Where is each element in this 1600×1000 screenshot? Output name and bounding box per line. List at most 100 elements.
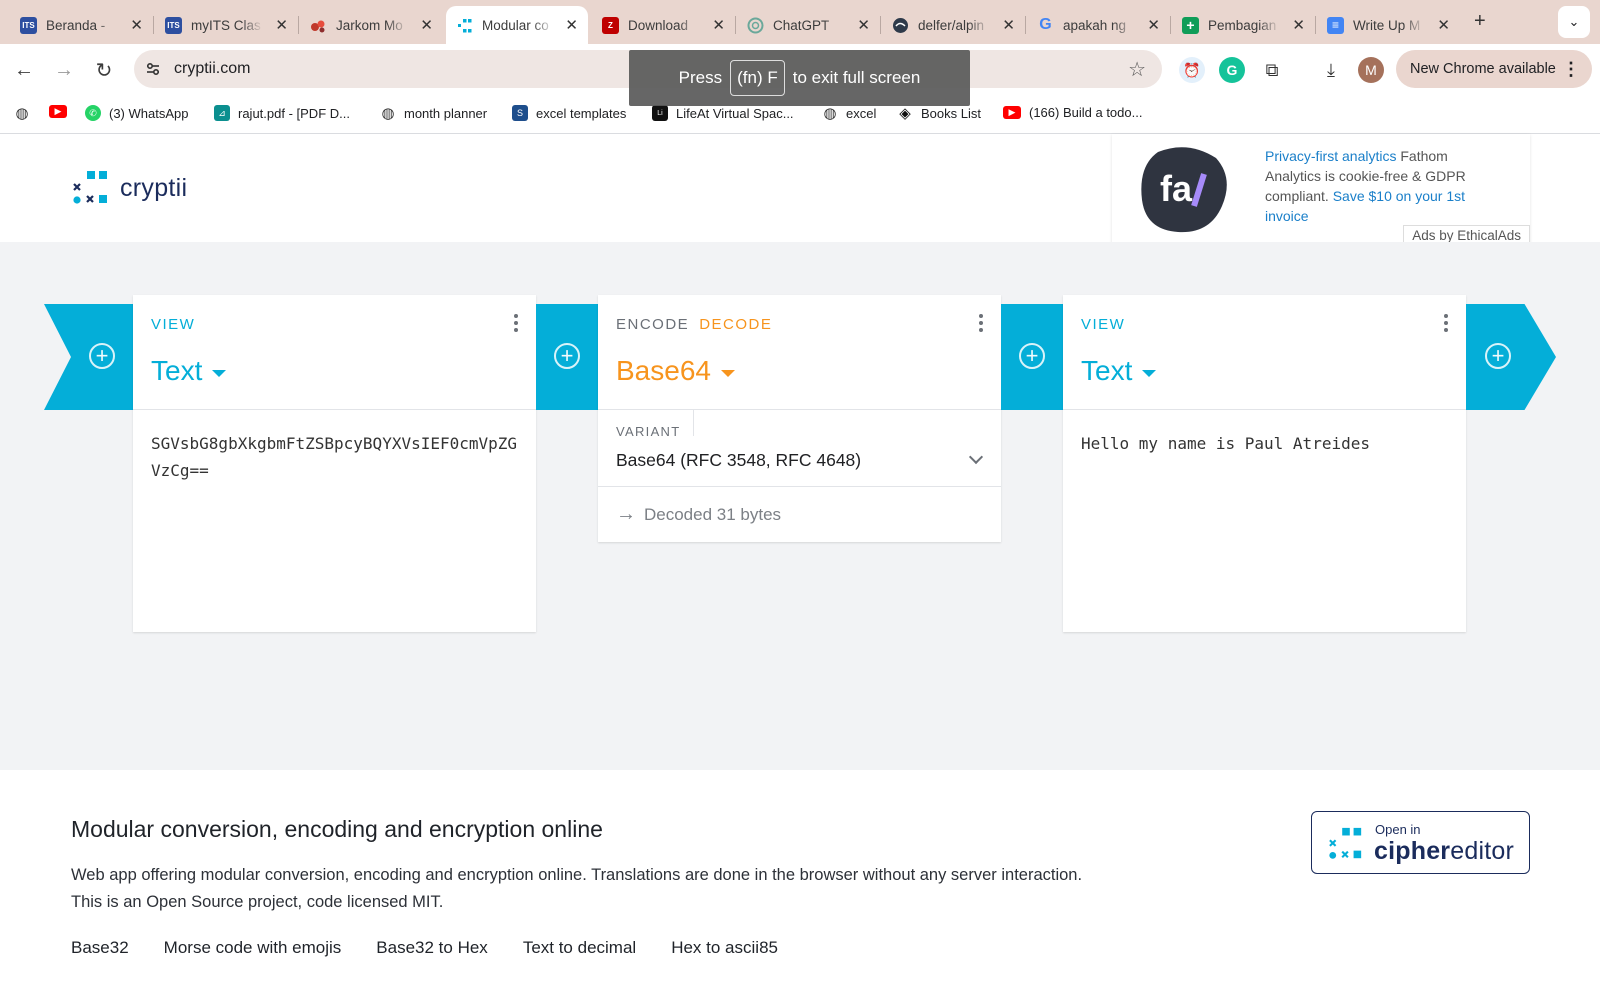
add-brick-icon[interactable]: + [1485, 343, 1511, 369]
encode-toggle[interactable]: ENCODE [616, 316, 689, 333]
link-base32-hex[interactable]: Base32 to Hex [376, 938, 488, 958]
jarkom-favicon-icon [310, 17, 327, 34]
tab-google[interactable]: G apakah ng ✕ [1027, 6, 1171, 44]
close-icon[interactable]: ✕ [420, 16, 433, 34]
close-icon[interactable]: ✕ [1147, 16, 1160, 34]
bookmark-globe[interactable]: ◍ [14, 105, 38, 122]
input-text-brick: VIEW Text SGVsbG8gbXkgbmFtZSBpcyBQYXVsIE… [133, 295, 536, 632]
whatsapp-icon: ✆ [85, 105, 101, 121]
tab-beranda[interactable]: ITS Beranda - ✕ [10, 6, 154, 44]
link-base32[interactable]: Base32 [71, 938, 129, 958]
bookmark-lifeat[interactable]: Li LifeAt Virtual Spac... [652, 105, 794, 121]
diamond-icon: ◈ [899, 105, 911, 122]
close-icon[interactable]: ✕ [857, 16, 870, 34]
tab-search-button[interactable]: ⌄ [1558, 6, 1590, 38]
bookmark-books-list[interactable]: ◈ Books List [897, 105, 981, 122]
close-icon[interactable]: ✕ [1002, 16, 1015, 34]
tab-pembagian[interactable]: + Pembagian ✕ [1172, 6, 1316, 44]
svg-text:fa: fa [1160, 168, 1193, 209]
close-icon[interactable]: ✕ [1292, 16, 1305, 34]
open-in-ciphereditor-button[interactable]: Open in ciphereditor [1311, 811, 1530, 874]
ciphereditor-label: ciphereditor [1374, 837, 1514, 866]
download-icon[interactable]: ⤓ [1318, 57, 1344, 83]
add-brick-icon[interactable]: + [89, 343, 115, 369]
site-info-icon[interactable] [144, 60, 162, 78]
variant-select[interactable]: VARIANT Base64 (RFC 3548, RFC 4648) [598, 410, 1001, 487]
about-description: Web app offering modular conversion, enc… [71, 866, 1083, 911]
bookmark-youtube[interactable]: ▶ [49, 105, 75, 118]
more-vert-icon[interactable] [1444, 314, 1448, 335]
tab-title: myITS Clas [191, 17, 261, 33]
bookmark-build-todo[interactable]: ▶ (166) Build a todo... [1003, 105, 1142, 120]
extensions-puzzle-icon[interactable]: ⧉ [1259, 57, 1285, 83]
forward-button[interactable]: → [52, 58, 76, 82]
link-text-decimal[interactable]: Text to decimal [523, 938, 636, 958]
bookmark-month-planner[interactable]: ◍ month planner [380, 105, 487, 122]
bookmark-whatsapp[interactable]: ✆ (3) WhatsApp [85, 105, 188, 121]
link-morse-emojis[interactable]: Morse code with emojis [164, 938, 342, 958]
back-button[interactable]: ← [12, 58, 36, 82]
ethical-ad[interactable]: fa Privacy-first analytics Fathom Analyt… [1112, 134, 1530, 246]
docs-favicon-icon: ≡ [1327, 16, 1344, 34]
tab-download[interactable]: Z Download ✕ [592, 6, 736, 44]
new-tab-button[interactable]: + [1474, 10, 1486, 33]
bookmark-star-icon[interactable]: ☆ [1128, 57, 1146, 82]
url-text[interactable]: cryptii.com [174, 60, 250, 78]
fathom-logo-icon: fa [1141, 147, 1227, 233]
tab-modular-cryptii[interactable]: Modular co ✕ [446, 6, 588, 44]
tab-title: delfer/alpin [918, 17, 985, 33]
more-vert-icon[interactable] [979, 314, 983, 335]
link-hex-ascii85[interactable]: Hex to ascii85 [671, 938, 778, 958]
reload-icon: ↻ [95, 59, 113, 82]
cryptii-logo[interactable]: cryptii [72, 170, 187, 206]
brick-type-select[interactable]: Text [151, 355, 227, 387]
globe-icon: ◍ [381, 105, 395, 122]
about-heading: Modular conversion, encoding and encrypt… [71, 816, 603, 842]
profile-avatar[interactable]: M [1358, 57, 1384, 83]
add-brick-icon[interactable]: + [554, 343, 580, 369]
bookmark-rajut[interactable]: ⊿ rajut.pdf - [PDF D... [214, 105, 350, 121]
close-icon[interactable]: ✕ [565, 16, 578, 34]
toast-text: to exit full screen [792, 68, 921, 87]
chrome-update-button[interactable]: New Chrome available ⋮ [1396, 50, 1592, 88]
grammarly-icon[interactable]: G [1219, 57, 1245, 83]
ad-link[interactable]: Privacy-first analytics [1265, 148, 1396, 164]
chevron-down-icon: ⌄ [1568, 14, 1580, 29]
close-icon[interactable]: ✕ [1437, 16, 1450, 34]
tab-writeup[interactable]: ≡ Write Up M ✕ [1317, 6, 1460, 44]
add-brick-icon[interactable]: + [1019, 343, 1045, 369]
tab-delfer[interactable]: delfer/alpin ✕ [882, 6, 1026, 44]
decode-toggle[interactable]: DECODE [699, 316, 772, 333]
brick-type-select[interactable]: Base64 [616, 355, 735, 387]
reload-button[interactable]: ↻ [92, 58, 116, 82]
caret-down-icon [720, 369, 735, 377]
extension-clock-icon[interactable]: ⏰ [1179, 57, 1205, 83]
fullscreen-toast: Press (fn) F to exit full screen [629, 50, 970, 106]
tab-title: apakah ng [1063, 17, 1127, 33]
caret-down-icon [212, 369, 227, 377]
caret-down-icon [1142, 369, 1157, 377]
more-vert-icon[interactable] [514, 314, 518, 335]
brick-category: ENCODE DECODE [616, 316, 772, 333]
close-icon[interactable]: ✕ [130, 16, 143, 34]
bookmark-excel-templates[interactable]: Sexcel templates [512, 105, 626, 121]
globe-icon: ◍ [15, 105, 29, 122]
update-label: New Chrome available [1410, 61, 1556, 77]
open-in-label: Open in [1375, 822, 1421, 837]
output-textarea[interactable]: Hello my name is Paul Atreides [1063, 410, 1466, 632]
tab-jarkom[interactable]: Jarkom Mo ✕ [300, 6, 443, 44]
tab-title: Download [628, 17, 689, 33]
filezilla-favicon-icon: Z [602, 16, 619, 34]
tab-chatgpt[interactable]: ChatGPT ✕ [737, 6, 881, 44]
close-icon[interactable]: ✕ [712, 16, 725, 34]
popular-links: Base32 Morse code with emojis Base32 to … [71, 938, 778, 958]
close-icon[interactable]: ✕ [275, 16, 288, 34]
bookmark-label: excel [846, 105, 877, 121]
brick-header: VIEW Text [1063, 295, 1466, 410]
tab-myits[interactable]: ITS myITS Clas ✕ [155, 6, 299, 44]
bookmark-excel[interactable]: ◍ excel [822, 105, 877, 122]
brick-type-select[interactable]: Text [1081, 355, 1157, 387]
input-textarea[interactable]: SGVsbG8gbXkgbmFtZSBpcyBQYXVsIEF0cmVpZGVz… [133, 410, 536, 632]
toast-text: Press [678, 68, 723, 87]
lifeat-icon: Li [652, 105, 668, 121]
